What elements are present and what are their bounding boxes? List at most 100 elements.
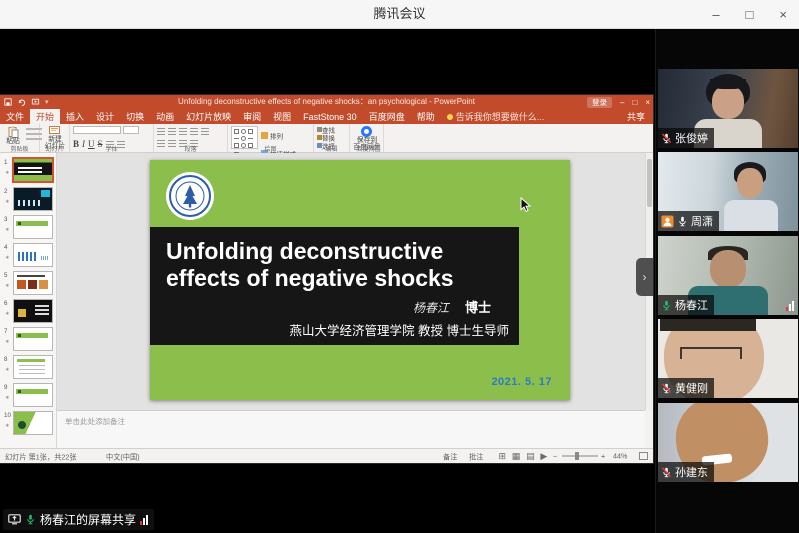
thumbnail-slide-3[interactable]: 3∗ <box>13 215 53 239</box>
tab-design[interactable]: 设计 <box>90 109 120 124</box>
tab-baidu-netdisk[interactable]: 百度网盘 <box>363 109 411 124</box>
close-icon[interactable]: × <box>779 7 787 22</box>
thumbnail-slide-4[interactable]: 4∗ <box>13 243 53 267</box>
title-banner: Unfolding deconstructive effects of nega… <box>150 227 519 345</box>
login-button[interactable]: 登录 <box>587 97 612 108</box>
microphone-on-icon <box>677 216 688 227</box>
participant-name: 周潇 <box>691 213 713 229</box>
author-name: 杨春江 <box>413 301 449 315</box>
editing-group: 查找 替换 选择 编辑 <box>314 124 350 152</box>
tab-slideshow[interactable]: 幻灯片放映 <box>180 109 237 124</box>
participant-name-badge: 周潇 <box>658 211 719 231</box>
tab-file[interactable]: 文件 <box>0 109 30 124</box>
participant-tile-yangchunjiang[interactable]: 杨春江 <box>658 236 798 315</box>
animation-star-icon: ∗ <box>5 254 10 261</box>
microphone-muted-icon <box>661 133 672 144</box>
thumbnail-slide-2[interactable]: 2∗ <box>13 187 53 211</box>
ppt-share-button[interactable]: 共享 <box>619 109 653 124</box>
tab-animations[interactable]: 动画 <box>150 109 180 124</box>
font-size-box[interactable] <box>123 126 139 134</box>
zoom-percentage[interactable]: 44% <box>613 452 627 460</box>
view-switcher[interactable]: ⊞ ▦ ▤ ▶ <box>495 451 547 462</box>
tab-faststone[interactable]: FastStone 30 <box>297 109 363 124</box>
thumbnail-slide-8[interactable]: 8∗ <box>13 355 53 379</box>
tab-view[interactable]: 视图 <box>267 109 297 124</box>
share-banner-label: 杨春江的屏幕共享 <box>40 511 136 528</box>
zoom-in-icon[interactable]: + <box>601 452 605 460</box>
ppt-close-icon[interactable]: × <box>645 98 650 107</box>
notes-placeholder: 单击此处添加备注 <box>65 415 500 426</box>
comments-toggle-button[interactable]: 批注 <box>469 451 483 462</box>
paragraph-group: 段落 <box>154 124 228 152</box>
tab-review[interactable]: 审阅 <box>237 109 267 124</box>
current-slide[interactable]: Unfolding deconstructive effects of nega… <box>150 160 570 400</box>
network-signal-icon <box>786 301 794 311</box>
list-buttons[interactable] <box>157 128 209 135</box>
slide-sorter-view-icon[interactable]: ▦ <box>512 451 521 461</box>
participant-tile-zhouxiao[interactable]: 周潇 <box>658 152 798 231</box>
zoom-slider[interactable] <box>562 455 598 457</box>
normal-view-icon[interactable]: ⊞ <box>498 451 506 461</box>
animation-star-icon: ∗ <box>5 310 10 317</box>
microphone-muted-icon <box>661 467 672 478</box>
fit-to-window-icon[interactable] <box>639 452 648 460</box>
tab-help[interactable]: 帮助 <box>411 109 441 124</box>
host-badge-icon <box>661 215 674 228</box>
thumbnail-slide-9[interactable]: 9∗ <box>13 383 53 407</box>
arrange-button[interactable]: 排列 <box>261 128 310 143</box>
ppt-titlebar-controls: 登录 – □ × <box>587 95 650 109</box>
animation-star-icon: ∗ <box>5 394 10 401</box>
participant-name-badge: 杨春江 <box>658 295 714 315</box>
thumbnail-slide-1[interactable]: 1∗ <box>12 157 54 183</box>
participant-name-badge: 张俊婷 <box>658 128 714 148</box>
tencent-meeting-window: 腾讯会议 – □ × ▾ Unfolding deconstructive ef… <box>0 0 799 533</box>
participant-tile-sunjiandong[interactable]: 孙建东 <box>658 403 798 482</box>
thumbnail-slide-10[interactable]: 10∗ <box>13 411 53 435</box>
sidebar-collapse-tab[interactable]: › <box>636 258 653 296</box>
animation-star-icon: ∗ <box>5 198 10 205</box>
maximize-icon[interactable]: □ <box>746 7 754 22</box>
tell-me-search[interactable]: 告诉我你想要做什么... <box>441 109 551 124</box>
tab-insert[interactable]: 插入 <box>60 109 90 124</box>
tab-home[interactable]: 开始 <box>30 109 60 124</box>
slide-canvas[interactable]: Unfolding deconstructive effects of nega… <box>57 153 645 410</box>
participant-name-badge: 黄健刚 <box>658 378 714 398</box>
group-label: 幻灯片 <box>46 144 63 153</box>
ppt-maximize-icon[interactable]: □ <box>632 98 637 107</box>
participant-tile-huangjiangang[interactable]: 黄健刚 <box>658 319 798 398</box>
participants-sidebar: 张俊婷 周潇 杨春江 黄健刚 <box>655 29 799 533</box>
group-label: 段落 <box>169 144 213 153</box>
screen-share-banner: 杨春江的屏幕共享 <box>3 509 154 530</box>
notes-toggle-button[interactable]: 备注 <box>443 451 457 462</box>
notes-pane[interactable]: 单击此处添加备注 <box>57 410 645 448</box>
ribbon-tab-bar: 文件 开始 插入 设计 切换 动画 幻灯片放映 审阅 视图 FastStone … <box>0 109 653 124</box>
author-line: 杨春江博士 <box>150 297 519 317</box>
paste-icon <box>8 126 19 138</box>
thumbnail-slide-6[interactable]: 6∗ <box>13 299 53 323</box>
group-label: 编辑 <box>321 144 342 153</box>
thumbnail-slide-7[interactable]: 7∗ <box>13 327 53 351</box>
participant-name: 孙建东 <box>675 464 708 480</box>
participant-tile-zhangjunting[interactable]: 张俊婷 <box>658 69 798 148</box>
ppt-document-title: Unfolding deconstructive effects of nega… <box>0 95 653 109</box>
language-indicator: 中文(中国) <box>106 451 140 462</box>
zoom-slider-knob[interactable] <box>575 452 579 460</box>
network-signal-icon <box>140 515 148 525</box>
animation-star-icon: ∗ <box>5 338 10 345</box>
italic-button[interactable]: I <box>82 139 85 149</box>
minimize-icon[interactable]: – <box>712 7 719 22</box>
shared-screen-stage: ▾ Unfolding deconstructive effects of ne… <box>0 29 655 533</box>
reading-view-icon[interactable]: ▤ <box>526 451 535 461</box>
thumbnail-slide-5[interactable]: 5∗ <box>13 271 53 295</box>
tab-transitions[interactable]: 切换 <box>120 109 150 124</box>
bold-button[interactable]: B <box>73 139 79 149</box>
participant-name: 黄健刚 <box>675 380 708 396</box>
animation-star-icon: ∗ <box>5 282 10 289</box>
animation-star-icon: ∗ <box>5 169 10 176</box>
app-title: 腾讯会议 <box>0 0 799 28</box>
font-name-box[interactable] <box>73 126 121 134</box>
ppt-minimize-icon[interactable]: – <box>620 98 624 107</box>
slideshow-view-icon[interactable]: ▶ <box>540 451 547 461</box>
zoom-out-icon[interactable]: − <box>553 452 557 460</box>
zoom-control[interactable]: − + <box>553 451 607 462</box>
